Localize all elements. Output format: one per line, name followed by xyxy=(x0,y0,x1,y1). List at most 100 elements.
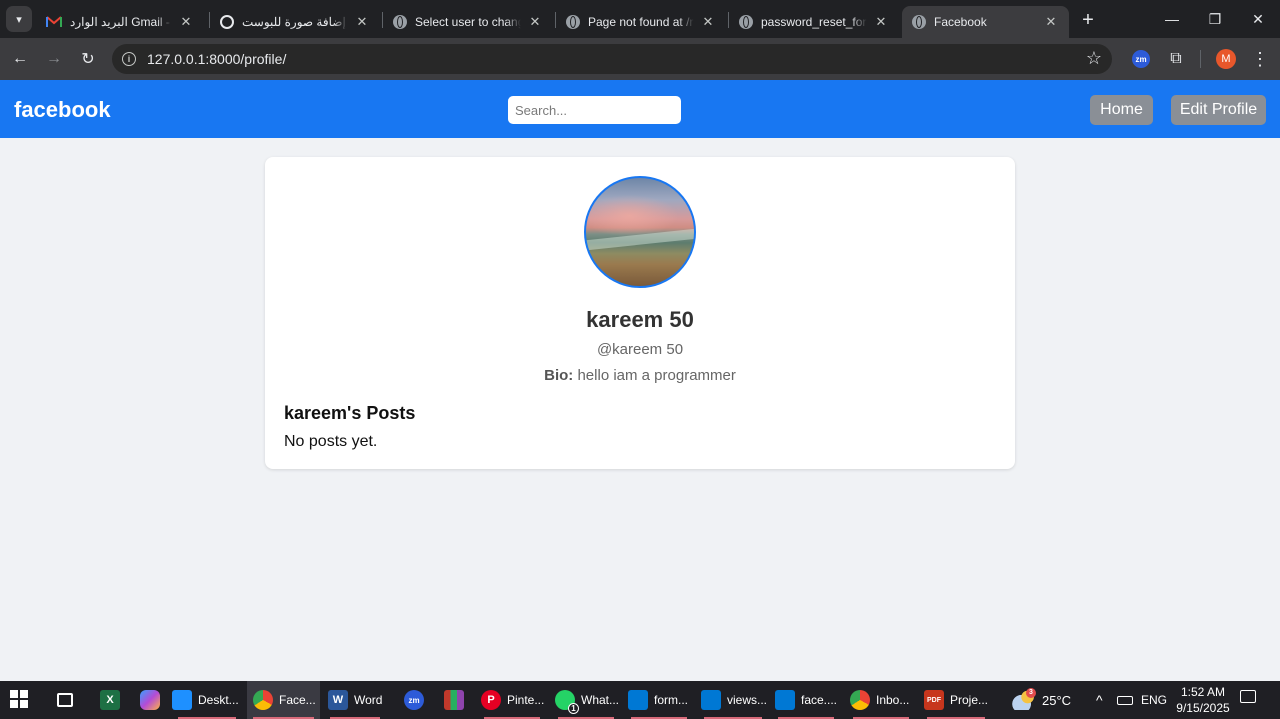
notifications-button[interactable] xyxy=(1240,690,1260,710)
taskbar-vscode-forms[interactable]: form... xyxy=(625,681,693,719)
close-icon[interactable]: ✕ xyxy=(178,14,194,30)
minimize-button[interactable]: — xyxy=(1150,0,1194,38)
taskbar-label: Pinte... xyxy=(507,693,545,707)
taskbar-zoom[interactable]: zm xyxy=(404,681,428,719)
tab-title: إضافة صورة للبوست xyxy=(242,15,346,29)
windows-taskbar: X Deskt... Face... W Word zm P Pinte... … xyxy=(0,681,1280,719)
arrow-left-icon: ← xyxy=(12,50,28,67)
tab-password-reset[interactable]: password_reset_form ✕ xyxy=(729,6,899,38)
tab-facebook[interactable]: Facebook ✕ xyxy=(902,6,1069,38)
gmail-icon xyxy=(46,16,62,28)
taskbar-label: Face... xyxy=(279,693,316,707)
globe-icon xyxy=(739,15,753,29)
tab-select-user[interactable]: Select user to change ✕ xyxy=(383,6,553,38)
start-button[interactable] xyxy=(10,681,36,719)
close-icon[interactable]: ✕ xyxy=(1043,14,1059,30)
taskbar-chrome-facebook[interactable]: Face... xyxy=(247,681,320,719)
bio-label: Bio: xyxy=(544,367,574,384)
site-info-icon[interactable]: i xyxy=(122,52,136,66)
tab-page-not-found[interactable]: Page not found at /re ✕ xyxy=(556,6,726,38)
taskbar-copilot[interactable] xyxy=(140,681,164,719)
zoom-extension-icon[interactable]: zm xyxy=(1132,50,1150,68)
search-input[interactable] xyxy=(508,96,681,124)
edit-profile-button[interactable]: Edit Profile xyxy=(1171,95,1266,125)
taskbar-desktop[interactable]: Deskt... xyxy=(172,681,242,719)
taskbar-vscode-views[interactable]: views... xyxy=(698,681,768,719)
taskbar-label: Word xyxy=(354,693,383,707)
winrar-icon xyxy=(444,690,464,710)
taskbar-label: face.... xyxy=(801,693,838,707)
minimize-icon: — xyxy=(1165,11,1179,27)
taskbar-word[interactable]: W Word xyxy=(324,681,386,719)
address-bar[interactable]: i 127.0.0.1:8000/profile/ ☆ xyxy=(112,44,1112,74)
chevron-down-icon: ▾ xyxy=(16,13,22,26)
reload-button[interactable]: ↻ xyxy=(75,46,101,72)
close-icon[interactable]: ✕ xyxy=(527,14,543,30)
globe-icon xyxy=(912,15,926,29)
reload-icon: ↻ xyxy=(81,51,95,68)
kebab-menu-icon[interactable]: ⋮ xyxy=(1250,48,1270,70)
clock-time: 1:52 AM xyxy=(1180,685,1226,699)
profile-avatar[interactable]: M xyxy=(1216,49,1236,69)
tab-title: password_reset_form xyxy=(761,15,867,29)
taskbar-label: form... xyxy=(654,693,689,707)
home-button[interactable]: Home xyxy=(1090,95,1153,125)
whatsapp-badge: 1 xyxy=(568,703,579,714)
tab-gmail[interactable]: البريد الوارد Gmail - m ✕ xyxy=(36,6,204,38)
bookmark-star-icon[interactable]: ☆ xyxy=(1086,48,1102,69)
taskbar-label: views... xyxy=(727,693,768,707)
close-icon[interactable]: ✕ xyxy=(873,14,889,30)
facebook-logo[interactable]: facebook xyxy=(14,97,111,123)
excel-icon: X xyxy=(100,690,120,710)
close-icon[interactable]: ✕ xyxy=(354,14,370,30)
taskbar-excel[interactable]: X xyxy=(100,681,124,719)
url-text[interactable]: 127.0.0.1:8000/profile/ xyxy=(147,51,286,67)
taskbar-clock[interactable]: 1:52 AM 9/15/2025 xyxy=(1172,684,1234,716)
taskbar-label: What... xyxy=(581,693,620,707)
weather-widget[interactable]: 3 25°C xyxy=(1012,681,1076,719)
language-label: ENG xyxy=(1141,693,1168,707)
extensions-puzzle-icon[interactable]: ⧉ xyxy=(1166,49,1186,69)
taskbar-label: Inbo... xyxy=(876,693,910,707)
weather-temp: 25°C xyxy=(1042,692,1072,708)
tab-title: Page not found at /re xyxy=(588,15,694,29)
clock-date: 9/15/2025 xyxy=(1176,701,1230,715)
globe-icon xyxy=(393,15,407,29)
profile-name: kareem 50 xyxy=(586,307,694,332)
chrome-icon xyxy=(850,690,870,710)
battery-tray[interactable] xyxy=(1117,681,1135,719)
copilot-icon xyxy=(140,690,160,710)
taskbar-pdf-project[interactable]: PDF Proje... xyxy=(921,681,991,719)
taskbar-whatsapp[interactable]: 1 What... xyxy=(552,681,620,719)
word-icon: W xyxy=(328,690,348,710)
back-button[interactable]: ← xyxy=(7,46,33,72)
vscode-icon xyxy=(775,690,795,710)
taskbar-vscode-face[interactable]: face.... xyxy=(772,681,840,719)
new-tab-button[interactable]: + xyxy=(1076,8,1100,32)
language-indicator[interactable]: ENG xyxy=(1141,681,1167,719)
arrow-right-icon: → xyxy=(46,50,62,67)
chrome-icon xyxy=(253,690,273,710)
profile-picture xyxy=(584,176,696,288)
taskbar-chrome-inbox[interactable]: Inbo... xyxy=(847,681,915,719)
taskbar-winrar[interactable] xyxy=(444,681,468,719)
chevron-up-icon: ^ xyxy=(1096,692,1103,708)
tab-title: Facebook xyxy=(934,15,987,29)
close-icon[interactable]: ✕ xyxy=(700,14,716,30)
taskbar-task-view[interactable] xyxy=(57,681,79,719)
toolbar-divider xyxy=(1200,50,1201,68)
desktop-icon xyxy=(172,690,192,710)
tray-overflow-button[interactable]: ^ xyxy=(1096,681,1110,719)
weather-cloud-icon: 3 xyxy=(1012,688,1036,710)
browser-tab-strip: ▾ البريد الوارد Gmail - m ✕ إضافة صورة ل… xyxy=(0,0,1280,38)
plus-icon: + xyxy=(1082,8,1094,31)
tab-post-image[interactable]: إضافة صورة للبوست ✕ xyxy=(210,6,380,38)
forward-button[interactable]: → xyxy=(41,46,67,72)
close-window-button[interactable]: ✕ xyxy=(1236,0,1280,38)
taskbar-label: Deskt... xyxy=(198,693,239,707)
battery-icon xyxy=(1117,695,1133,705)
tab-search-button[interactable]: ▾ xyxy=(6,6,32,32)
no-posts-message: No posts yet. xyxy=(284,433,378,450)
taskbar-pinterest[interactable]: P Pinte... xyxy=(478,681,546,719)
restore-button[interactable]: ❐ xyxy=(1193,0,1237,38)
